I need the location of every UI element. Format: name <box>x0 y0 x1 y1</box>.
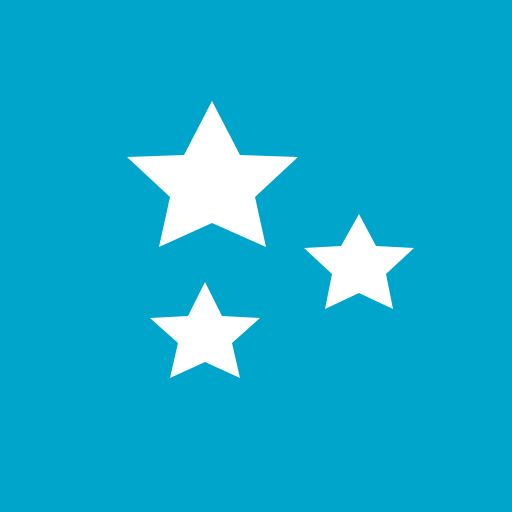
stars-icon <box>0 0 512 512</box>
icon-background <box>0 0 512 512</box>
app-icon-tile <box>0 0 512 512</box>
